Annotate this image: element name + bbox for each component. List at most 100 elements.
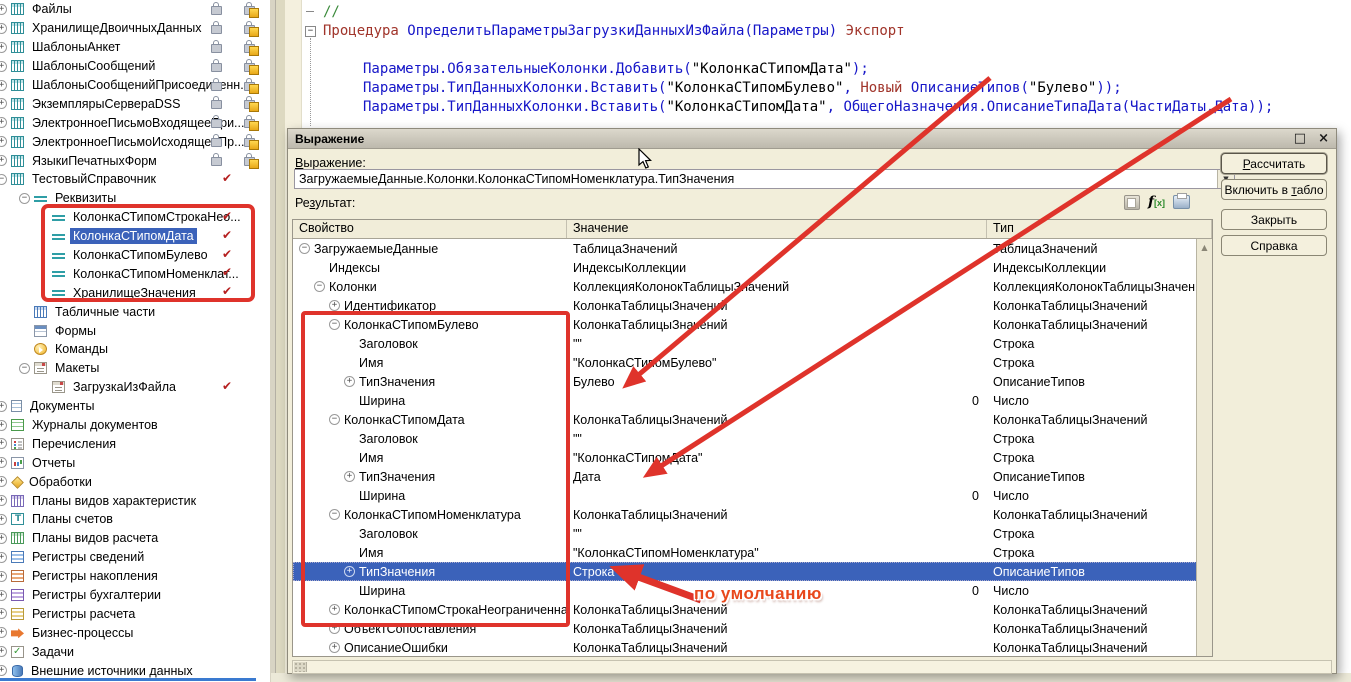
tree-item-label[interactable]: Команды <box>52 341 111 357</box>
tree-item[interactable]: Формы <box>0 321 270 340</box>
table-row[interactable]: Заголовок""Строка <box>293 429 1197 448</box>
table-row[interactable]: Имя"КолонкаСТипомБулево"Строка <box>293 353 1197 372</box>
tree-item-label[interactable]: Отчеты <box>29 455 78 471</box>
expand-icon[interactable]: + <box>0 571 7 582</box>
expand-icon[interactable]: + <box>329 300 340 311</box>
tree-item[interactable]: + Регистры накопления <box>0 567 270 586</box>
collapse-icon[interactable]: − <box>19 363 30 374</box>
tree-item[interactable]: КолонкаСТипомБулево✔ <box>0 246 270 265</box>
tree-item[interactable]: +ЭлектронноеПисьмоВходящееПри... <box>0 113 270 132</box>
table-row[interactable]: Имя"КолонкаСТипомНоменклатура"Строка <box>293 543 1197 562</box>
expand-icon[interactable]: + <box>0 495 7 506</box>
tree-item-label[interactable]: КолонкаСТипомНоменклат... <box>70 266 242 282</box>
expand-icon[interactable]: + <box>329 623 340 634</box>
tree-item[interactable]: − Макеты <box>0 359 270 378</box>
code-fold-marker[interactable]: − <box>305 26 316 37</box>
table-row[interactable]: +ТипЗначенияБулевоОписаниеТипов <box>293 372 1197 391</box>
tree-item-label[interactable]: Обработки <box>26 474 95 490</box>
table-row[interactable]: −КолонкиКоллекцияКолонокТаблицыЗначенийК… <box>293 277 1197 296</box>
print-icon[interactable] <box>1173 195 1190 209</box>
panel-splitter[interactable] <box>270 0 276 682</box>
tree-item-label[interactable]: Регистры бухгалтерии <box>29 587 164 603</box>
table-row[interactable]: −ЗагружаемыеДанныеТаблицаЗначенийТаблица… <box>293 239 1197 258</box>
scroll-up-icon[interactable]: ▲ <box>1201 243 1207 252</box>
collapse-icon[interactable]: − <box>329 414 340 425</box>
tree-item[interactable]: +Файлы <box>0 0 270 19</box>
expand-icon[interactable]: + <box>0 552 7 563</box>
tree-item-label[interactable]: Планы видов характеристик <box>29 493 199 509</box>
tree-item-label[interactable]: Планы видов расчета <box>29 530 161 546</box>
tree-item[interactable]: +Обработки <box>0 472 270 491</box>
expand-icon[interactable]: + <box>0 514 7 525</box>
column-header-value[interactable]: Значение <box>567 220 987 238</box>
expand-icon[interactable]: + <box>329 604 340 615</box>
tree-item-label[interactable]: Регистры сведений <box>29 549 147 565</box>
tree-item-label[interactable]: Формы <box>52 323 99 339</box>
tree-item-label[interactable]: КолонкаСТипомСтрокаНео... <box>70 209 244 225</box>
column-header-type[interactable]: Тип <box>987 220 1212 238</box>
table-row[interactable]: +ИдентификаторКолонкаТаблицыЗначенийКоло… <box>293 296 1197 315</box>
tree-item-label[interactable]: Макеты <box>52 360 102 376</box>
tree-item[interactable]: +Планы видов расчета <box>0 529 270 548</box>
table-row[interactable]: Ширина0Число <box>293 486 1197 505</box>
tree-item[interactable]: +ЭлектронноеПисьмоИсходящееПр... <box>0 132 270 151</box>
calculate-button[interactable]: Рассчитать <box>1221 153 1327 174</box>
tree-item-label[interactable]: Регистры накопления <box>29 568 161 584</box>
tree-item-label[interactable]: Табличные части <box>52 304 158 320</box>
close-button[interactable]: Закрыть <box>1221 209 1327 230</box>
tree-item-label[interactable]: ЭкземплярыСервераDSS <box>29 96 184 112</box>
table-row[interactable]: +ТипЗначенияСтрокаОписаниеТипов <box>293 562 1197 581</box>
expand-icon[interactable]: + <box>344 376 355 387</box>
table-row[interactable]: ИндексыИндексыКоллекцииИндексыКоллекции <box>293 258 1197 277</box>
splitter-grip[interactable] <box>294 662 307 672</box>
table-row[interactable]: Заголовок""Строка <box>293 524 1197 543</box>
expand-icon[interactable]: + <box>0 457 7 468</box>
tree-item-label[interactable]: Журналы документов <box>29 417 161 433</box>
table-row[interactable]: +ТипЗначенияДатаОписаниеТипов <box>293 467 1197 486</box>
expand-icon[interactable]: + <box>0 608 7 619</box>
table-row[interactable]: −КолонкаСТипомНоменклатураКолонкаТаблицы… <box>293 505 1197 524</box>
tree-item-label[interactable]: Внешние источники данных <box>28 663 196 679</box>
tree-item[interactable]: + Планы видов характеристик <box>0 491 270 510</box>
tree-item[interactable]: Табличные части <box>0 302 270 321</box>
tree-item[interactable]: +ШаблоныАнкет <box>0 38 270 57</box>
tree-item-label[interactable]: ХранилищеЗначения <box>70 285 199 301</box>
tree-item[interactable]: ХранилищеЗначения✔ <box>0 283 270 302</box>
tree-item[interactable]: КолонкаСТипомДата✔ <box>0 227 270 246</box>
expand-icon[interactable]: + <box>0 665 7 676</box>
tree-item-label[interactable]: ЗагрузкаИзФайла <box>70 379 179 395</box>
expand-icon[interactable]: + <box>0 438 7 449</box>
tree-item[interactable]: +ХранилищеДвоичныхДанных <box>0 19 270 38</box>
tree-item-label[interactable]: ТестовыйСправочник <box>29 171 159 187</box>
expand-icon[interactable]: + <box>0 98 7 109</box>
tree-item-label[interactable]: Планы счетов <box>29 511 116 527</box>
help-button[interactable]: Справка <box>1221 235 1327 256</box>
collapse-icon[interactable]: − <box>19 193 30 204</box>
tree-item[interactable]: + Регистры сведений <box>0 548 270 567</box>
table-row[interactable]: Заголовок""Строка <box>293 334 1197 353</box>
expand-icon[interactable]: + <box>0 61 7 72</box>
pick-value-icon[interactable] <box>1124 195 1140 210</box>
collapse-icon[interactable]: − <box>299 243 310 254</box>
tree-item[interactable]: + Планы счетов <box>0 510 270 529</box>
table-row[interactable]: −КолонкаСТипомБулевоКолонкаТаблицыЗначен… <box>293 315 1197 334</box>
expand-icon[interactable]: + <box>329 642 340 653</box>
include-in-watch-button[interactable]: Включить в табло <box>1221 179 1327 200</box>
expand-icon[interactable]: + <box>0 80 7 91</box>
tree-item-label[interactable]: Задачи <box>29 644 77 660</box>
collapse-icon[interactable]: − <box>329 319 340 330</box>
formula-icon[interactable] <box>1148 195 1165 210</box>
tree-item[interactable]: + ЭкземплярыСервераDSS <box>0 94 270 113</box>
expand-icon[interactable]: + <box>344 566 355 577</box>
column-header-property[interactable]: Свойство <box>293 220 567 238</box>
expand-icon[interactable]: + <box>0 401 7 412</box>
table-row[interactable]: +ОписаниеОшибкиКолонкаТаблицыЗначенийКол… <box>293 638 1197 657</box>
expand-icon[interactable]: + <box>0 590 7 601</box>
tree-item[interactable]: −ТестовыйСправочник✔ <box>0 170 270 189</box>
table-row[interactable]: +ОбъектСопоставленияКолонкаТаблицыЗначен… <box>293 619 1197 638</box>
tree-item[interactable]: +ШаблоныСообщенийПрисоединенн... <box>0 76 270 95</box>
collapse-icon[interactable]: − <box>0 174 7 185</box>
tree-item-label[interactable]: ЯзыкиПечатныхФорм <box>29 153 160 169</box>
table-row[interactable]: Ширина0Число <box>293 391 1197 410</box>
tree-item-label[interactable]: КолонкаСТипомБулево <box>70 247 211 263</box>
